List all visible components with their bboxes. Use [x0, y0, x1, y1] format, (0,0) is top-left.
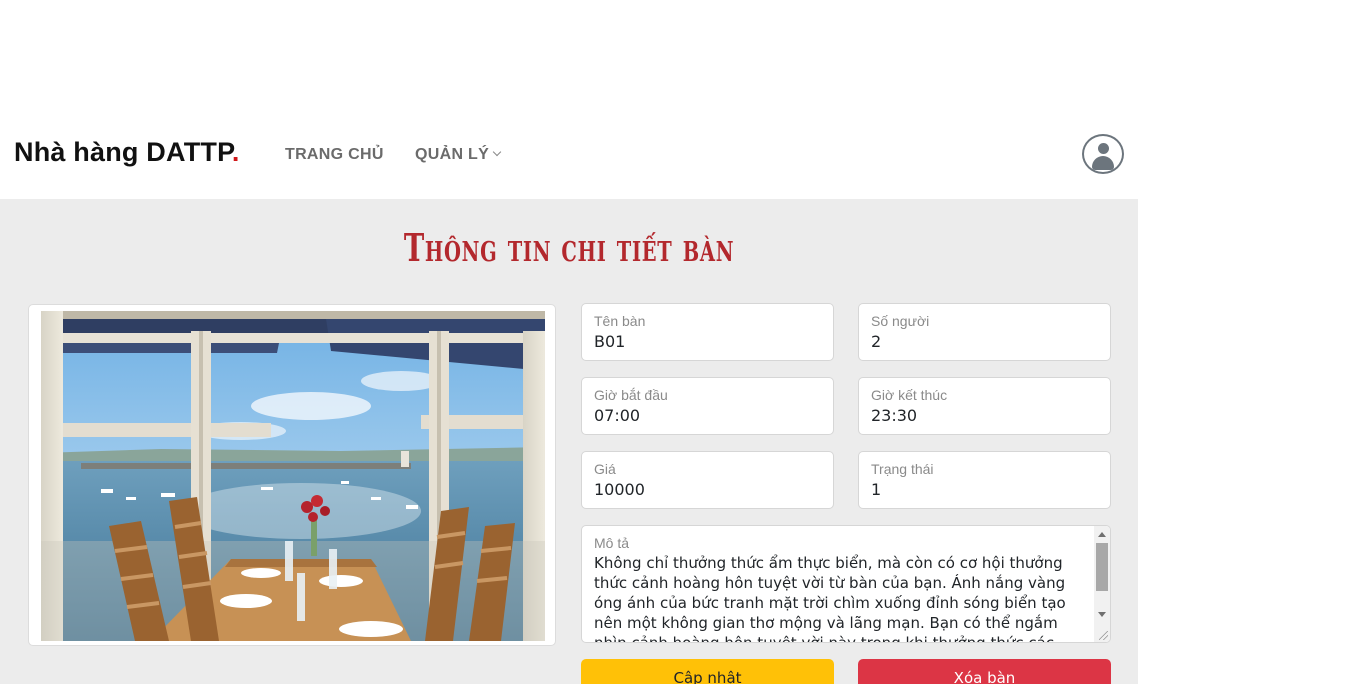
start-time-field[interactable]: Giờ bắt đầu 07:00	[581, 377, 834, 435]
resize-grip-icon[interactable]	[1099, 631, 1108, 640]
chevron-down-icon	[492, 147, 502, 157]
description-scrollbar[interactable]	[1094, 526, 1110, 642]
price-field[interactable]: Giá 10000	[581, 451, 834, 509]
end-time-value[interactable]: 23:30	[871, 406, 917, 425]
price-label: Giá	[594, 461, 616, 477]
user-avatar-button[interactable]	[1082, 134, 1124, 174]
start-time-value[interactable]: 07:00	[594, 406, 640, 425]
user-icon-head	[1098, 143, 1109, 154]
table-photo	[41, 311, 545, 641]
nav-manage-dropdown[interactable]: QUẢN LÝ	[415, 146, 502, 164]
table-name-field[interactable]: Tên bàn B01	[581, 303, 834, 361]
people-count-field[interactable]: Số người 2	[858, 303, 1111, 361]
brand-name: Nhà hàng DATTP	[14, 137, 232, 167]
scroll-up-icon[interactable]	[1098, 532, 1106, 537]
scroll-thumb[interactable]	[1096, 543, 1108, 591]
scroll-down-icon[interactable]	[1098, 612, 1106, 617]
delete-table-button[interactable]: Xóa bàn	[858, 659, 1111, 684]
table-detail-panel: Thông tin chi tiết bàn Tên bàn B01 Số ng…	[0, 199, 1138, 684]
table-name-label: Tên bàn	[594, 313, 646, 329]
page-title: Thông tin chi tiết bàn	[403, 225, 735, 270]
update-button[interactable]: Cập nhật	[581, 659, 834, 684]
status-label: Trạng thái	[871, 461, 934, 477]
status-value[interactable]: 1	[871, 480, 881, 499]
navbar: Nhà hàng DATTP. TRANG CHỦ QUẢN LÝ	[0, 108, 1138, 199]
table-image-card	[28, 304, 556, 646]
description-textarea[interactable]: Mô tả Không chỉ thưởng thức ẩm thực biển…	[581, 525, 1111, 643]
people-count-value[interactable]: 2	[871, 332, 881, 351]
start-time-label: Giờ bắt đầu	[594, 387, 668, 403]
description-label: Mô tả	[594, 535, 630, 551]
table-name-value[interactable]: B01	[594, 332, 625, 351]
nav-manage-label: QUẢN LÝ	[415, 146, 490, 163]
status-field[interactable]: Trạng thái 1	[858, 451, 1111, 509]
people-count-label: Số người	[871, 313, 930, 329]
description-text[interactable]: Không chỉ thưởng thức ẩm thực biển, mà c…	[594, 553, 1082, 642]
end-time-label: Giờ kết thúc	[871, 387, 948, 403]
brand-dot: .	[231, 137, 240, 167]
end-time-field[interactable]: Giờ kết thúc 23:30	[858, 377, 1111, 435]
brand-logo[interactable]: Nhà hàng DATTP.	[14, 137, 240, 168]
user-icon-body	[1092, 156, 1114, 170]
nav-home-link[interactable]: TRANG CHỦ	[285, 146, 384, 164]
price-value[interactable]: 10000	[594, 480, 645, 499]
